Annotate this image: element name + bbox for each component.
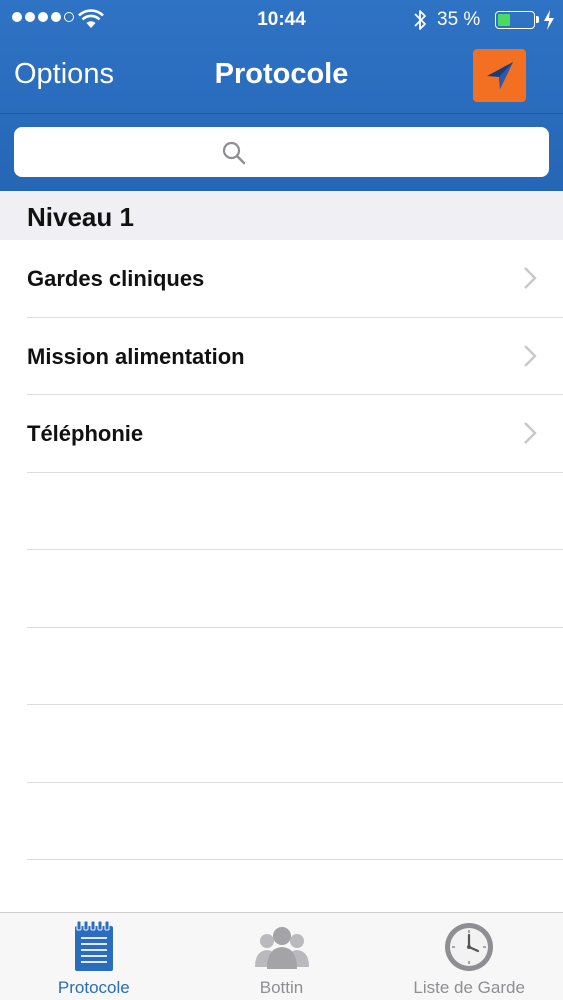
list-item-label: Téléphonie (27, 421, 144, 446)
clock-icon (445, 923, 494, 971)
chevron-right-icon (524, 344, 537, 367)
navigation-bar: Options Protocole (0, 40, 563, 112)
empty-row (27, 783, 563, 860)
chevron-right-icon (524, 267, 537, 289)
list-item-label: Gardes cliniques (27, 266, 205, 291)
search-bar (0, 113, 563, 191)
chevron-right-icon (524, 422, 537, 444)
list-item[interactable]: Mission alimentation (27, 318, 563, 395)
notepad-icon (74, 921, 113, 971)
protocol-list: Gardes cliniques Mission alimentation Té… (0, 240, 563, 860)
app-screen: 10:44 35 % Options Protocole Niveau 1 Ga… (0, 0, 563, 1000)
tab-label: Protocole (57, 978, 130, 997)
search-input[interactable] (14, 127, 549, 177)
section-header: Niveau 1 (0, 191, 563, 240)
tab-bottin[interactable]: Bottin (188, 913, 376, 1000)
location-arrow-icon (486, 61, 513, 89)
location-button[interactable] (473, 49, 526, 102)
empty-row (27, 705, 563, 783)
tab-liste-de-garde[interactable]: Liste de Garde (375, 913, 563, 1000)
charging-bolt-icon (544, 10, 554, 30)
list-item[interactable]: Téléphonie (27, 395, 563, 473)
bluetooth-icon (414, 10, 426, 30)
tab-label: Liste de Garde (413, 978, 525, 997)
status-bar: 10:44 35 % (0, 0, 563, 40)
empty-row (27, 473, 563, 550)
tab-bar: Protocole Bottin Liste de Garde (0, 912, 563, 1000)
list-item-label: Mission alimentation (27, 343, 245, 369)
tab-label: Bottin (259, 978, 304, 997)
tab-protocole[interactable]: Protocole (0, 913, 188, 1000)
battery-icon (495, 11, 539, 29)
battery-percentage: 35 % (437, 9, 481, 30)
empty-row (27, 550, 563, 628)
list-item[interactable]: Gardes cliniques (27, 240, 563, 318)
empty-row (27, 628, 563, 705)
people-icon (254, 927, 309, 969)
header: 10:44 35 % Options Protocole (0, 0, 563, 191)
